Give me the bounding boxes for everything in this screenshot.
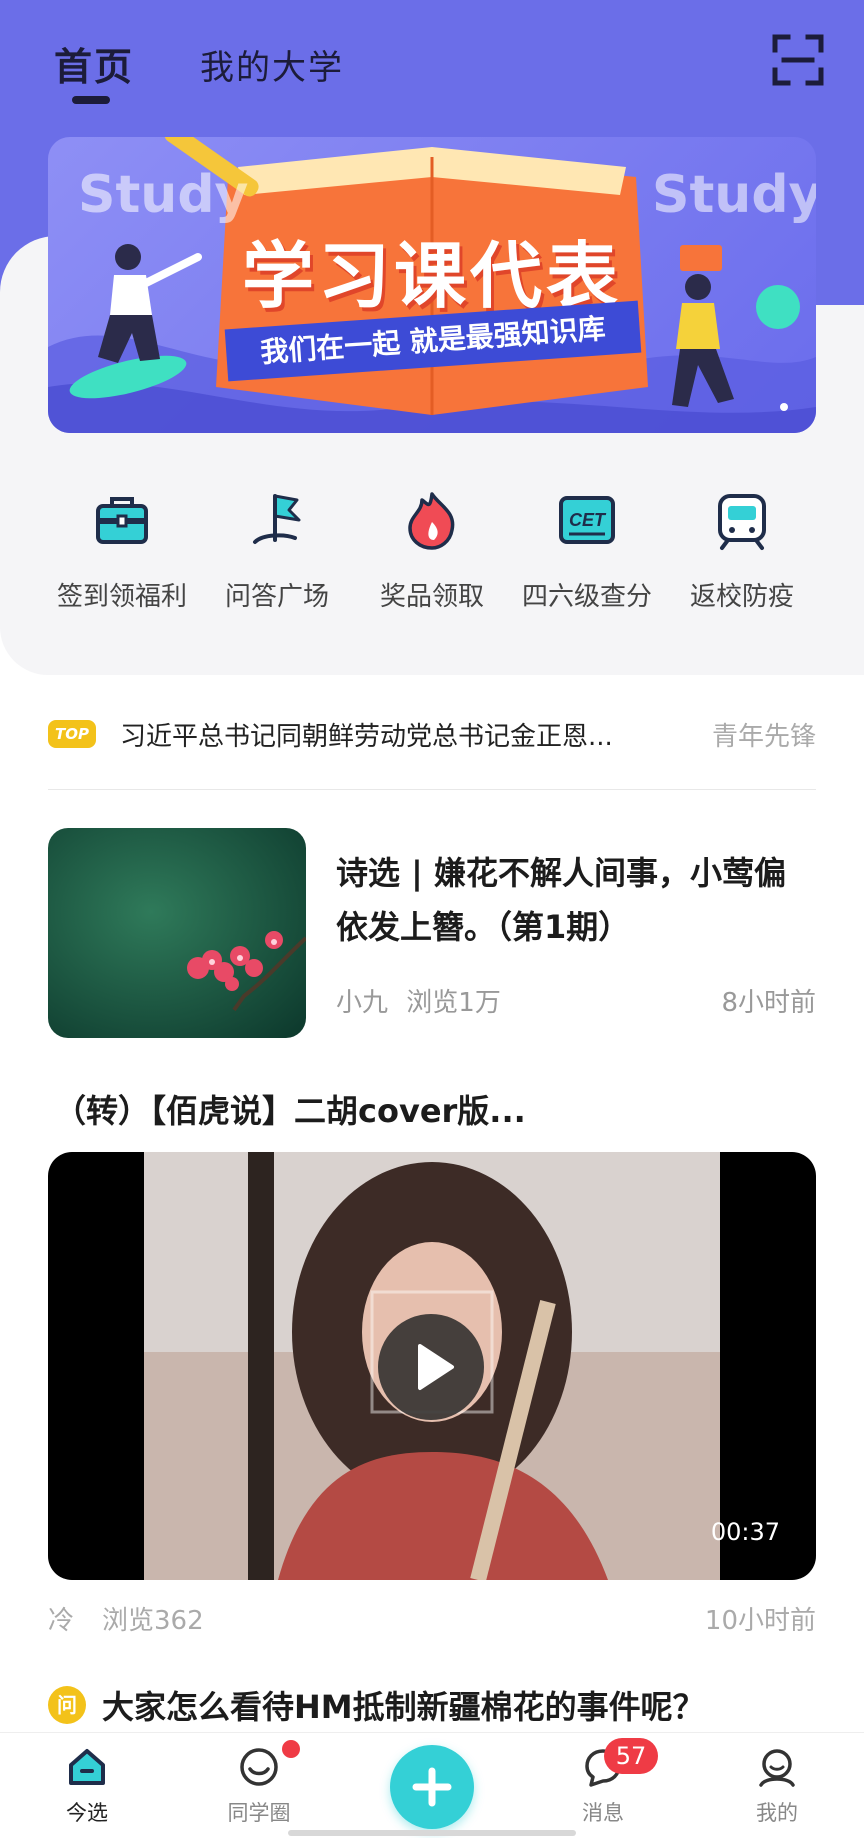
- quick-action-return[interactable]: 返校防疫: [668, 488, 816, 613]
- video-duration: 00:37: [710, 1518, 780, 1546]
- quick-action-checkin[interactable]: 签到领福利: [48, 488, 196, 613]
- video-views: 浏览362: [102, 1606, 204, 1636]
- tabbar-item-classmates[interactable]: 同学圈: [204, 1747, 314, 1827]
- video-author[interactable]: 冷: [48, 1600, 74, 1637]
- quick-action-label: 返校防疫: [689, 582, 794, 612]
- article-thumbnail: [48, 828, 306, 1038]
- scan-icon[interactable]: [772, 34, 824, 86]
- smile-icon: [240, 1748, 278, 1786]
- banner-title: 学习课代表: [241, 234, 622, 318]
- home-indicator: [288, 1830, 576, 1836]
- message-count-badge: 57: [604, 1738, 658, 1774]
- tabbar-label: 同学圈: [227, 1801, 291, 1825]
- play-icon: [418, 1344, 454, 1390]
- article-author: 小九: [336, 988, 389, 1018]
- tab-home[interactable]: 首页: [54, 36, 135, 104]
- tabbar-label: 我的: [756, 1801, 798, 1825]
- divider: [48, 789, 816, 790]
- quick-action-label: 四六级查分: [521, 582, 652, 612]
- tabbar-item-today[interactable]: 今选: [32, 1747, 142, 1827]
- tab-my-university-label: 我的大学: [200, 48, 345, 88]
- video-player[interactable]: 00:37: [48, 1152, 816, 1580]
- quick-action-cet[interactable]: CET 四六级查分: [513, 488, 661, 613]
- quick-actions: 签到领福利 问答广场 奖品领取 CET 四六级查分 返校防疫: [48, 488, 816, 613]
- play-button[interactable]: [378, 1314, 484, 1420]
- tabbar-label: 今选: [66, 1801, 108, 1825]
- home-icon: [69, 1749, 105, 1785]
- video-time: 10小时前: [704, 1606, 816, 1636]
- notification-dot: [282, 1740, 300, 1758]
- plus-icon: [412, 1767, 452, 1807]
- quick-action-label: 问答广场: [224, 582, 329, 612]
- flag-icon: [253, 494, 301, 544]
- top-news-source: 青年先锋: [711, 721, 816, 752]
- flame-icon: [408, 492, 455, 550]
- train-icon: [718, 494, 766, 550]
- question-item[interactable]: 问 大家怎么看待HM抵制新疆棉花的事件呢？: [48, 1682, 816, 1728]
- video-post-title[interactable]: （转）【佰虎说】二胡cover版...: [54, 1086, 526, 1132]
- top-badge: TOP: [48, 720, 96, 748]
- quick-action-prize[interactable]: 奖品领取: [358, 488, 506, 613]
- top-news-text: 习近平总书记同朝鲜劳动党总书记金正恩...: [120, 721, 613, 752]
- top-news-item[interactable]: TOP 习近平总书记同朝鲜劳动党总书记金正恩... 青年先锋: [48, 712, 816, 756]
- banner-bg-word-right: Study: [652, 165, 816, 225]
- question-text: 大家怎么看待HM抵制新疆棉花的事件呢？: [102, 1688, 705, 1726]
- article-time: 8小时前: [721, 988, 816, 1018]
- article-card[interactable]: 诗选 | 嫌花不解人间事，小莺偏依发上簪。（第1期） 小九 浏览1万 8小时前: [48, 828, 816, 1038]
- banner[interactable]: Study Study 学习课代表 我们在一起 就是最强知识库: [48, 137, 816, 433]
- quick-action-qa[interactable]: 问答广场: [203, 488, 351, 613]
- article-views: 浏览1万: [406, 988, 501, 1018]
- tab-home-label: 首页: [54, 45, 135, 89]
- briefcase-icon: [96, 497, 148, 544]
- svg-text:CET: CET: [569, 510, 607, 530]
- create-post-button[interactable]: [390, 1745, 474, 1829]
- article-meta: 小九 浏览1万: [336, 982, 501, 1019]
- article-title: 诗选 | 嫌花不解人间事，小莺偏依发上簪。（第1期）: [336, 854, 786, 946]
- tabbar-item-me[interactable]: 我的: [722, 1747, 832, 1827]
- question-badge: 问: [48, 1686, 86, 1724]
- header-tabs: 首页 我的大学: [54, 36, 344, 104]
- banner-bg-word-left: Study: [78, 165, 249, 225]
- user-icon: [759, 1749, 795, 1787]
- quick-action-label: 奖品领取: [379, 582, 484, 612]
- tab-my-university[interactable]: 我的大学: [200, 40, 344, 89]
- quick-action-label: 签到领福利: [56, 582, 187, 612]
- cet-icon: CET: [559, 496, 615, 544]
- tabbar-label: 消息: [582, 1801, 624, 1825]
- tab-active-indicator: [72, 96, 110, 104]
